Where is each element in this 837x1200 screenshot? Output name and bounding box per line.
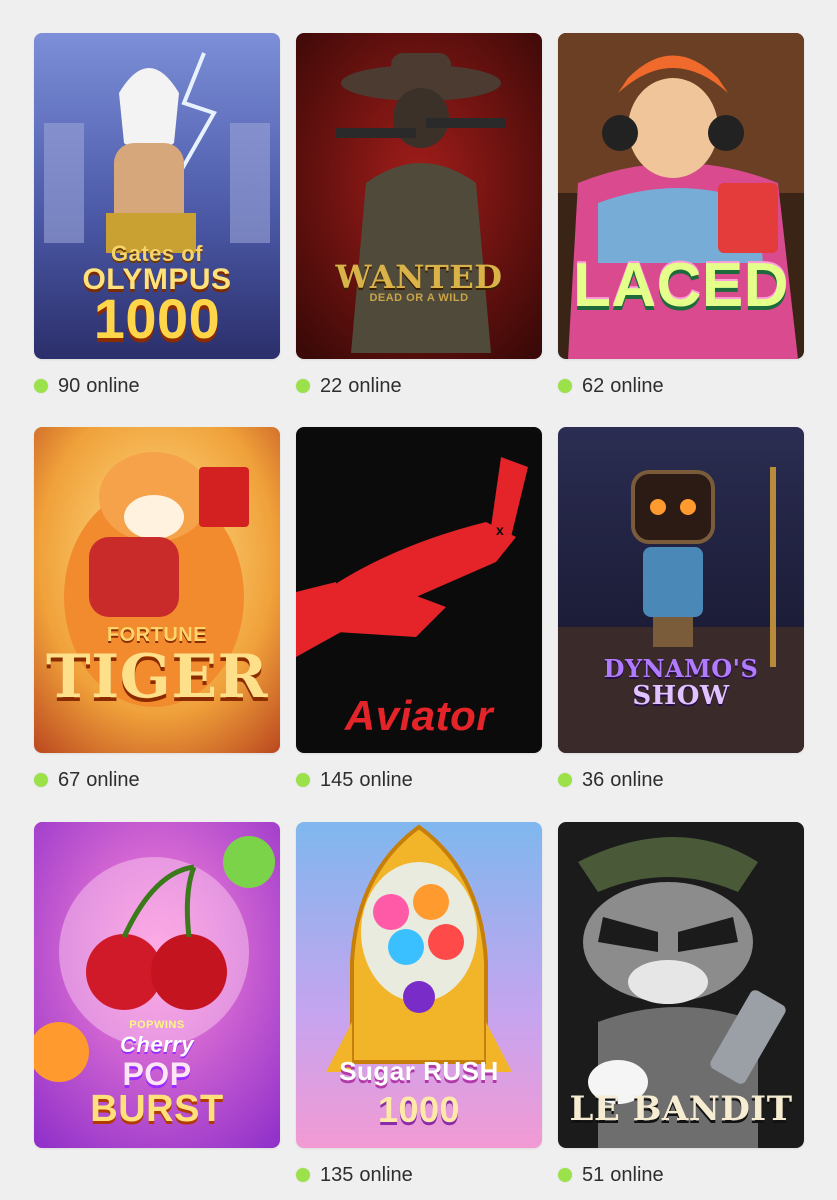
game-thumbnail-sugar[interactable]: Sugar RUSH 1000 bbox=[296, 822, 542, 1148]
online-label: online bbox=[359, 768, 413, 791]
online-label: online bbox=[86, 768, 140, 791]
online-status: 36 online bbox=[558, 765, 664, 795]
game-thumbnail-dynamo[interactable]: DYNAMO'S SHOW bbox=[558, 427, 804, 753]
online-count: 135 bbox=[320, 1163, 354, 1186]
online-label: online bbox=[610, 1163, 664, 1186]
online-status: 62 online bbox=[558, 371, 664, 401]
online-count: 145 bbox=[320, 768, 354, 791]
game-card-sugar[interactable]: Sugar RUSH 1000 135 online bbox=[296, 822, 542, 1186]
tiger-logo-line2: TIGER bbox=[45, 642, 269, 712]
game-card-olympus[interactable]: Gates of OLYMPUS 1000 90 online bbox=[34, 33, 280, 397]
sugar-logo-line2: 1000 bbox=[377, 1089, 461, 1130]
cherry-logo-line2: Cherry bbox=[120, 1032, 194, 1057]
game-thumbnail-wanted[interactable]: WANTED DEAD OR A WILD bbox=[296, 33, 542, 359]
online-label: online bbox=[610, 768, 664, 791]
wanted-artwork bbox=[296, 33, 542, 359]
svg-text:x: x bbox=[496, 522, 504, 538]
game-card-bandit[interactable]: LE BANDIT 51 online bbox=[558, 822, 804, 1186]
online-dot-icon bbox=[296, 1168, 310, 1182]
online-status: 22 online bbox=[296, 371, 402, 401]
game-thumbnail-tiger[interactable]: FORTUNE TIGER bbox=[34, 427, 280, 753]
wanted-logo-line2: DEAD OR A WILD bbox=[369, 292, 469, 304]
cherry-logo-line4: BURST bbox=[90, 1088, 224, 1130]
game-thumbnail-cherry[interactable]: POPWINS Cherry POP BURST bbox=[34, 822, 280, 1148]
online-dot-icon bbox=[558, 379, 572, 393]
olympus-logo-line1: Gates of bbox=[110, 241, 204, 266]
online-count: 51 bbox=[582, 1163, 605, 1186]
online-count: 67 bbox=[58, 768, 81, 791]
olympus-logo-line3: 1000 bbox=[93, 287, 221, 350]
online-status: 67 online bbox=[34, 765, 140, 795]
game-card-wanted[interactable]: WANTED DEAD OR A WILD 22 online bbox=[296, 33, 542, 397]
laced-logo: LACED bbox=[572, 251, 790, 320]
online-label: online bbox=[359, 1163, 413, 1186]
dynamo-logo-line2: SHOW bbox=[632, 681, 730, 711]
game-card-aviator[interactable]: x Aviator 145 online bbox=[296, 427, 542, 791]
online-status: 145 online bbox=[296, 765, 413, 795]
game-card-cherry[interactable]: POPWINS Cherry POP BURST bbox=[34, 822, 280, 1148]
online-status: 135 online bbox=[296, 1160, 413, 1190]
online-status: 90 online bbox=[34, 371, 140, 401]
game-thumbnail-aviator[interactable]: x Aviator bbox=[296, 427, 542, 753]
online-dot-icon bbox=[34, 773, 48, 787]
online-dot-icon bbox=[558, 1168, 572, 1182]
bandit-logo: LE BANDIT bbox=[569, 1089, 793, 1129]
online-dot-icon bbox=[558, 773, 572, 787]
cherry-logo-line3: POP bbox=[122, 1056, 192, 1092]
online-count: 36 bbox=[582, 768, 605, 791]
game-thumbnail-olympus[interactable]: Gates of OLYMPUS 1000 bbox=[34, 33, 280, 359]
online-count: 90 bbox=[58, 374, 81, 397]
games-grid: Gates of OLYMPUS 1000 90 online WANTED D… bbox=[0, 0, 837, 1200]
online-label: online bbox=[610, 374, 664, 397]
game-card-laced[interactable]: LACED 62 online bbox=[558, 33, 804, 397]
wanted-logo-line1: WANTED bbox=[335, 258, 503, 296]
game-card-tiger[interactable]: FORTUNE TIGER 67 online bbox=[34, 427, 280, 791]
online-label: online bbox=[348, 374, 402, 397]
online-dot-icon bbox=[296, 379, 310, 393]
online-label: online bbox=[86, 374, 140, 397]
cherry-logo-line1: POPWINS bbox=[129, 1019, 185, 1031]
game-thumbnail-bandit[interactable]: LE BANDIT bbox=[558, 822, 804, 1148]
online-status: 51 online bbox=[558, 1160, 664, 1190]
online-count: 22 bbox=[320, 374, 343, 397]
online-dot-icon bbox=[296, 773, 310, 787]
game-card-dynamo[interactable]: DYNAMO'S SHOW 36 online bbox=[558, 427, 804, 791]
aviator-logo: Aviator bbox=[344, 692, 494, 739]
dynamo-logo-line1: DYNAMO'S bbox=[603, 654, 759, 683]
online-dot-icon bbox=[34, 379, 48, 393]
game-thumbnail-laced[interactable]: LACED bbox=[558, 33, 804, 359]
sugar-logo-line1: Sugar RUSH bbox=[339, 1056, 499, 1086]
online-count: 62 bbox=[582, 374, 605, 397]
